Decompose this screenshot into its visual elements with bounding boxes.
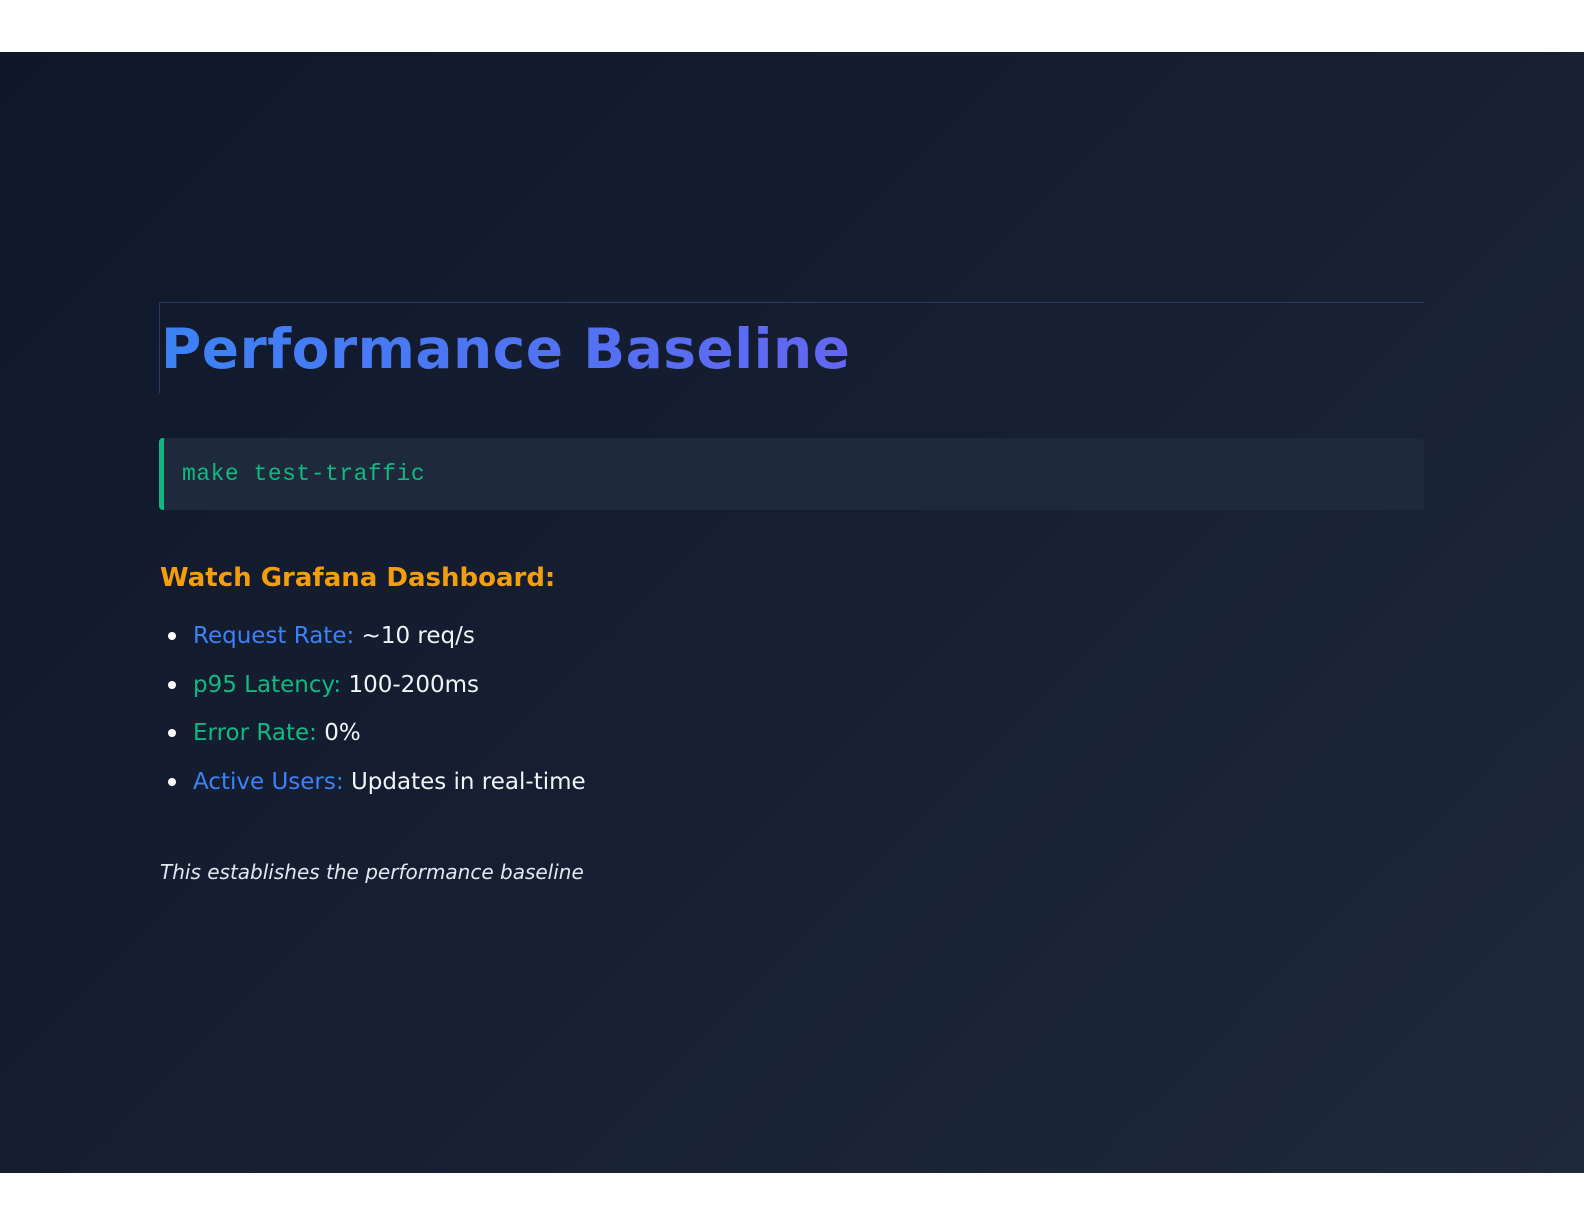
bullet-icon	[168, 729, 176, 737]
list-item-request-rate: Request Rate: ~10 req/s	[159, 618, 1424, 667]
slide-content: Performance Baseline make test-traffic W…	[159, 302, 1424, 886]
title-container: Performance Baseline	[159, 302, 1424, 393]
metric-value: 0%	[324, 720, 361, 746]
command-code-block: make test-traffic	[159, 438, 1424, 510]
list-item-p95-latency: p95 Latency: 100-200ms	[159, 667, 1424, 716]
bullet-icon	[168, 680, 176, 689]
metric-label: Request Rate:	[193, 623, 355, 649]
metric-value: 100-200ms	[348, 671, 479, 698]
metric-label: p95 Latency:	[193, 671, 342, 698]
metric-value: Updates in real-time	[350, 768, 586, 795]
bullet-icon	[168, 632, 176, 640]
slide-title: Performance Baseline	[161, 313, 850, 385]
metric-label: Active Users:	[193, 768, 344, 795]
metrics-list: Request Rate: ~10 req/s p95 Latency: 100…	[159, 618, 1424, 812]
section-heading: Watch Grafana Dashboard:	[160, 563, 556, 593]
footnote: This establishes the performance baselin…	[160, 860, 584, 884]
command-text: make test-traffic	[182, 461, 426, 487]
list-item-error-rate: Error Rate: 0%	[159, 715, 1424, 764]
metric-value: ~10 req/s	[361, 623, 475, 649]
bullet-icon	[168, 777, 176, 786]
slide: Performance Baseline make test-traffic W…	[0, 52, 1584, 1173]
metric-label: Error Rate:	[193, 720, 317, 746]
list-item-active-users: Active Users: Updates in real-time	[159, 764, 1424, 813]
